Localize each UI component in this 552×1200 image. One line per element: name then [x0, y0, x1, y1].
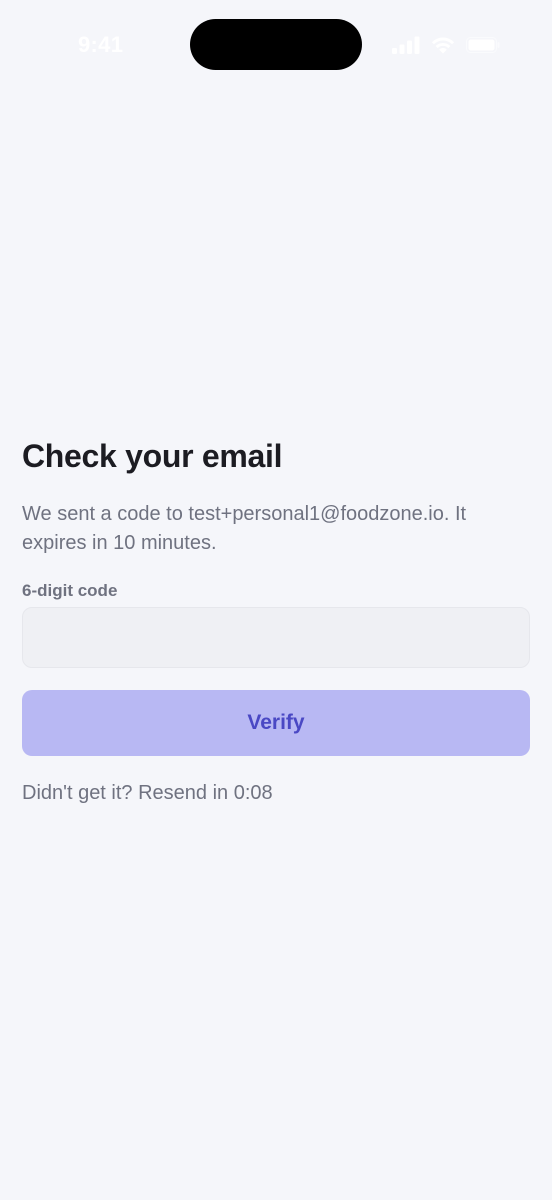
- signal-icon: [392, 36, 420, 54]
- verify-email-screen: 9:41 Check your email We sent a code to …: [0, 0, 552, 1200]
- wifi-icon: [431, 37, 455, 54]
- battery-icon: [466, 37, 500, 53]
- code-input[interactable]: [22, 607, 530, 668]
- description-text: We sent a code to test+personal1@foodzon…: [22, 503, 467, 554]
- resend-countdown-text: Didn't get it? Resend in 0:08: [22, 782, 273, 804]
- page-title: Check your email: [22, 438, 283, 474]
- dynamic-island: [190, 19, 362, 70]
- status-icons: [392, 35, 500, 55]
- verify-form: Check your email We sent a code to test+…: [22, 432, 530, 806]
- code-field-label: 6-digit code: [22, 581, 118, 600]
- verify-button[interactable]: Verify: [22, 690, 530, 756]
- status-time: 9:41: [78, 32, 124, 57]
- status-bar: 9:41: [0, 0, 552, 90]
